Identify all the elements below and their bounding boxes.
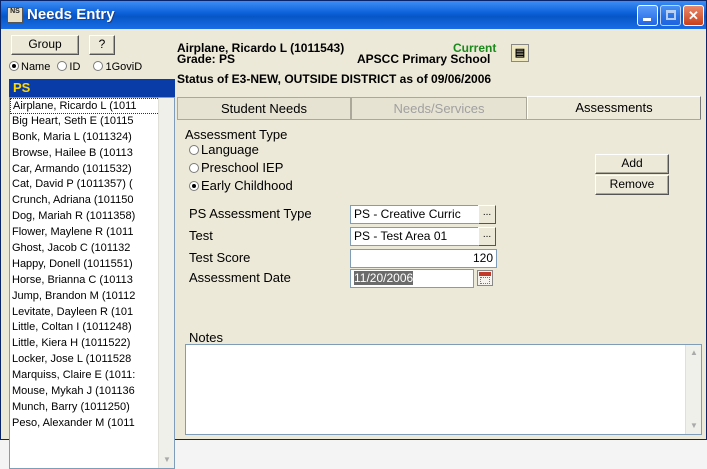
student-list-item[interactable]: Peso, Alexander M (1011 (10, 416, 174, 432)
radio-preschool-iep[interactable] (189, 163, 199, 173)
student-list-item[interactable]: Car, Armando (1011532) (10, 162, 174, 178)
group-button[interactable]: Group (11, 35, 79, 55)
student-list-item[interactable]: Levitate, Dayleen R (101 (10, 305, 174, 321)
student-list-item[interactable]: Browse, Hailee B (10113 (10, 146, 174, 162)
tab-bar: Student Needs Needs/Services Assessments (177, 96, 701, 120)
test-label: Test (189, 228, 213, 243)
search-mode-radios: Name ID 1GoviD (9, 61, 173, 75)
student-list-item[interactable]: Mouse, Mykah J (101136 (10, 384, 174, 400)
status-line: Status of E3-NEW, OUTSIDE DISTRICT as of… (177, 72, 492, 86)
radio-gov-button[interactable] (93, 61, 104, 71)
app-icon: NS (7, 7, 23, 23)
student-list-item[interactable]: Bonk, Maria L (1011324) (10, 130, 174, 146)
option-early-childhood-label: Early Childhood (201, 178, 293, 193)
maximize-icon (666, 10, 676, 20)
notes-label: Notes (189, 330, 223, 345)
ps-assessment-type-label: PS Assessment Type (189, 206, 312, 221)
tab-needs-services[interactable]: Needs/Services (351, 97, 527, 119)
student-list-item[interactable]: Cat, David P (1011357) ( (10, 177, 174, 193)
tab-student-needs[interactable]: Student Needs (177, 97, 351, 119)
group-header: PS (9, 79, 175, 97)
remove-button[interactable]: Remove (595, 175, 669, 195)
assessment-date-value: 11/20/2006 (354, 271, 414, 285)
minimize-icon (643, 18, 651, 21)
student-grade: Grade: PS (177, 52, 236, 66)
option-language-label: Language (201, 142, 259, 157)
option-language[interactable]: Language (189, 142, 259, 157)
notes-scroll-down-icon[interactable]: ▼ (686, 418, 702, 434)
radio-language[interactable] (189, 145, 199, 155)
student-list-scrollbar[interactable]: ▼ (158, 98, 174, 468)
student-list-item[interactable]: Happy, Donell (1011551) (10, 257, 174, 273)
add-button[interactable]: Add (595, 154, 669, 174)
ps-assessment-type-lookup-button[interactable]: ... (478, 205, 496, 224)
student-info-icon[interactable]: ▤ (511, 44, 529, 62)
student-list-item[interactable]: Dog, Mariah R (1011358) (10, 209, 174, 225)
radio-name-label: Name (21, 61, 51, 73)
student-list-item[interactable]: Jump, Brandon M (10112 (10, 289, 174, 305)
student-list[interactable]: Airplane, Ricardo L (1011 Big Heart, Seth… (9, 97, 175, 469)
radio-gov-label: 1GoviD (105, 61, 143, 73)
student-list-item[interactable]: Crunch, Adriana (101150 (10, 193, 174, 209)
student-list-item[interactable]: Horse, Brianna C (10113 (10, 273, 174, 289)
minimize-button[interactable] (637, 5, 658, 26)
school-name: APSCC Primary School (357, 52, 491, 66)
notes-value (186, 345, 701, 349)
test-score-field[interactable]: 120 (350, 249, 497, 268)
assessment-date-label: Assessment Date (189, 270, 291, 285)
notes-scroll-up-icon[interactable]: ▲ (686, 345, 702, 361)
maximize-button[interactable] (660, 5, 681, 26)
window-title: Needs Entry (27, 6, 115, 23)
radio-name-button[interactable] (9, 61, 19, 71)
title-bar[interactable]: NS Needs Entry ✕ (1, 1, 706, 29)
close-button[interactable]: ✕ (683, 5, 704, 26)
student-list-item[interactable]: Ghost, Jacob C (101132 (10, 241, 174, 257)
notes-field[interactable]: ▲ ▼ (185, 344, 702, 435)
notes-scrollbar[interactable]: ▲ ▼ (685, 345, 701, 434)
radio-id-button[interactable] (57, 61, 68, 71)
assessment-type-label: Assessment Type (185, 127, 288, 142)
student-list-item[interactable]: Marquiss, Claire E (1011: (10, 368, 174, 384)
test-field[interactable]: PS - Test Area 01 (350, 227, 481, 246)
tab-assessments[interactable]: Assessments (527, 96, 701, 120)
test-score-label: Test Score (189, 250, 251, 265)
test-lookup-button[interactable]: ... (478, 227, 496, 246)
option-early-childhood[interactable]: Early Childhood (189, 178, 293, 193)
student-items: Airplane, Ricardo L (1011 Big Heart, Seth… (10, 98, 174, 432)
student-list-item[interactable]: Airplane, Ricardo L (1011 (10, 98, 174, 114)
student-list-item[interactable]: Little, Coltan I (1011248) (10, 320, 174, 336)
assessment-date-field[interactable]: 11/20/2006 (350, 269, 474, 288)
scroll-down-icon[interactable]: ▼ (159, 452, 174, 468)
student-list-item[interactable]: Big Heart, Seth E (10115 (10, 114, 174, 130)
option-preschool-iep[interactable]: Preschool IEP (189, 160, 283, 175)
student-list-item[interactable]: Little, Kiera H (1011522) (10, 336, 174, 352)
close-icon: ✕ (688, 8, 699, 23)
radio-early-childhood[interactable] (189, 181, 199, 191)
help-button[interactable]: ? (89, 35, 115, 55)
student-header: Airplane, Ricardo L (1011543) Grade: PS … (177, 41, 702, 97)
student-selector-panel: Group ? Name ID 1GoviD PS Airplane, Rica… (5, 35, 175, 469)
student-list-item[interactable]: Locker, Jose L (1011528 (10, 352, 174, 368)
needs-entry-window: NS Needs Entry ✕ Group ? Name ID 1GoviD … (0, 0, 707, 469)
option-preschool-iep-label: Preschool IEP (201, 160, 284, 175)
ps-assessment-type-field[interactable]: PS - Creative Curric (350, 205, 481, 224)
student-list-item[interactable]: Flower, Maylene R (1011 (10, 225, 174, 241)
radio-id-label: ID (69, 61, 81, 73)
student-list-item[interactable]: Munch, Barry (1011250) (10, 400, 174, 416)
calendar-icon[interactable] (477, 270, 493, 286)
